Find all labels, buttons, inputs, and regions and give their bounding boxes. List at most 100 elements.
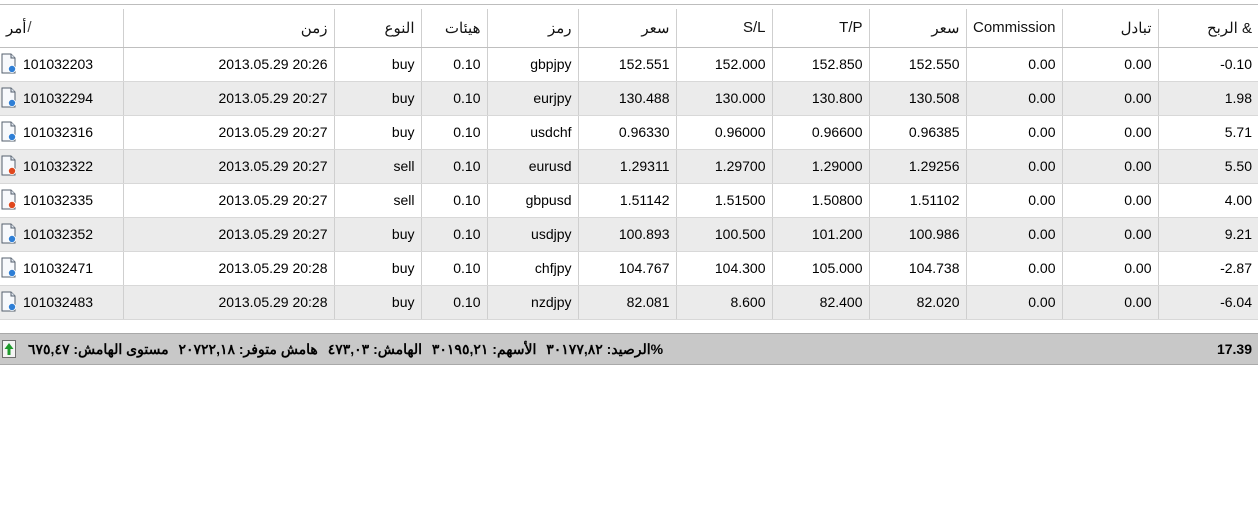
cell-profit: 5.50 <box>1158 149 1258 184</box>
cell-type: sell <box>334 149 422 184</box>
column-header-size[interactable]: هيئات <box>421 9 488 48</box>
table-row[interactable]: 101032483 2013.05.29 20:28 buy 0.10 nzdjpy 82… <box>0 285 1258 320</box>
cell-size: 0.10 <box>421 149 488 184</box>
order-number: 101032471 <box>23 260 94 276</box>
cell-size: 0.10 <box>421 285 488 320</box>
cell-time: 2013.05.29 20:27 <box>123 183 335 218</box>
cell-sl: 1.29700 <box>676 149 773 184</box>
cell-order: 101032294 <box>0 81 124 116</box>
cell-price-current: 1.29256 <box>869 149 967 184</box>
cell-type: buy <box>334 115 422 150</box>
table-row[interactable]: 101032335 2013.05.29 20:27 sell 0.10 gbpusd 1… <box>0 183 1258 218</box>
cell-order: 101032335 <box>0 183 124 218</box>
cell-swap: 0.00 <box>1062 47 1159 82</box>
cell-tp: 101.200 <box>772 217 870 252</box>
document-buy-icon <box>1 257 17 279</box>
column-header-price-open[interactable]: سعر <box>578 9 677 48</box>
cell-tp: 105.000 <box>772 251 870 286</box>
order-number: 101032352 <box>23 226 94 242</box>
document-sell-icon <box>1 189 17 211</box>
cell-commission: 0.00 <box>966 115 1063 150</box>
cell-symbol: usdjpy <box>487 217 579 252</box>
document-buy-icon <box>1 223 17 245</box>
order-number: 101032316 <box>23 124 94 140</box>
cell-order: 101032471 <box>0 251 124 286</box>
cell-price-current: 152.550 <box>869 47 967 82</box>
cell-price-open: 1.29311 <box>578 149 677 184</box>
cell-symbol: usdchf <box>487 115 579 150</box>
cell-time: 2013.05.29 20:27 <box>123 115 335 150</box>
column-header-price-current[interactable]: سعر <box>869 9 967 48</box>
order-number: 101032322 <box>23 158 94 174</box>
total-profit: 17.39 <box>1216 341 1252 357</box>
cell-sl: 1.51500 <box>676 183 773 218</box>
margin-text: الهامش: ٤٧٣,٠٣ <box>327 341 422 357</box>
cell-swap: 0.00 <box>1062 285 1159 320</box>
table-row[interactable]: 101032322 2013.05.29 20:27 sell 0.10 eurusd 1… <box>0 149 1258 184</box>
cell-tp: 1.50800 <box>772 183 870 218</box>
cell-symbol: eurusd <box>487 149 579 184</box>
column-header-commission[interactable]: Commission <box>966 9 1063 48</box>
cell-price-current: 130.508 <box>869 81 967 116</box>
order-number: 101032294 <box>23 90 94 106</box>
cell-commission: 0.00 <box>966 285 1063 320</box>
cell-price-current: 100.986 <box>869 217 967 252</box>
column-header-order-label: أمر <box>6 19 27 37</box>
cell-price-open: 130.488 <box>578 81 677 116</box>
cell-tp: 152.850 <box>772 47 870 82</box>
cell-sl: 130.000 <box>676 81 773 116</box>
cell-time: 2013.05.29 20:28 <box>123 251 335 286</box>
column-header-order[interactable]: أمر / <box>0 9 124 48</box>
cell-time: 2013.05.29 20:27 <box>123 217 335 252</box>
column-header-tp[interactable]: T/P <box>772 9 870 48</box>
column-header-type[interactable]: النوع <box>334 9 422 48</box>
cell-profit: 5.71 <box>1158 115 1258 150</box>
document-buy-icon <box>1 87 17 109</box>
cell-symbol: gbpusd <box>487 183 579 218</box>
cell-order: 101032316 <box>0 115 124 150</box>
cell-sl: 104.300 <box>676 251 773 286</box>
table-row[interactable]: 101032203 2013.05.29 20:26 buy 0.10 gbpjpy 15… <box>0 47 1258 82</box>
account-summary: %الرصيد: ٣٠١٧٧,٨٢ الأسهم: ٣٠١٩٥,٢١ الهام… <box>22 341 663 358</box>
top-divider <box>0 4 1258 5</box>
cell-commission: 0.00 <box>966 217 1063 252</box>
cell-price-open: 104.767 <box>578 251 677 286</box>
column-header-symbol[interactable]: رمز <box>487 9 579 48</box>
cell-order: 101032483 <box>0 285 124 320</box>
cell-swap: 0.00 <box>1062 81 1159 116</box>
cell-profit: 9.21 <box>1158 217 1258 252</box>
cell-type: buy <box>334 81 422 116</box>
cell-price-current: 0.96385 <box>869 115 967 150</box>
cell-profit: 4.00 <box>1158 183 1258 218</box>
document-buy-icon <box>1 291 17 313</box>
cell-profit: -2.87 <box>1158 251 1258 286</box>
cell-order: 101032203 <box>0 47 124 82</box>
table-row[interactable]: 101032352 2013.05.29 20:27 buy 0.10 usdjpy 10… <box>0 217 1258 252</box>
cell-order: 101032322 <box>0 149 124 184</box>
column-header-sl[interactable]: S/L <box>676 9 773 48</box>
cell-commission: 0.00 <box>966 183 1063 218</box>
cell-size: 0.10 <box>421 183 488 218</box>
cell-price-open: 100.893 <box>578 217 677 252</box>
cell-price-open: 152.551 <box>578 47 677 82</box>
cell-tp: 0.96600 <box>772 115 870 150</box>
cell-price-open: 82.081 <box>578 285 677 320</box>
table-row[interactable]: 101032471 2013.05.29 20:28 buy 0.10 chfjpy 10… <box>0 251 1258 286</box>
cell-price-current: 104.738 <box>869 251 967 286</box>
cell-sl: 0.96000 <box>676 115 773 150</box>
cell-symbol: chfjpy <box>487 251 579 286</box>
column-header-profit[interactable]: الربح & <box>1158 9 1258 48</box>
cell-size: 0.10 <box>421 47 488 82</box>
table-row[interactable]: 101032294 2013.05.29 20:27 buy 0.10 eurjpy 13… <box>0 81 1258 116</box>
free-margin-text: هامش متوفر: ٢٠٧٢٢,١٨ <box>178 341 318 357</box>
green-up-arrow-icon[interactable] <box>2 340 16 358</box>
cell-price-open: 0.96330 <box>578 115 677 150</box>
table-row[interactable]: 101032316 2013.05.29 20:27 buy 0.10 usdchf 0.… <box>0 115 1258 150</box>
column-header-swap[interactable]: تبادل <box>1062 9 1159 48</box>
trade-table: أمر / زمن النوع هيئات رمز سعر S/L T/P سع… <box>0 9 1258 320</box>
cell-profit: -0.10 <box>1158 47 1258 82</box>
cell-symbol: nzdjpy <box>487 285 579 320</box>
column-header-time[interactable]: زمن <box>123 9 335 48</box>
order-number: 101032203 <box>23 56 94 72</box>
document-buy-icon <box>1 121 17 143</box>
